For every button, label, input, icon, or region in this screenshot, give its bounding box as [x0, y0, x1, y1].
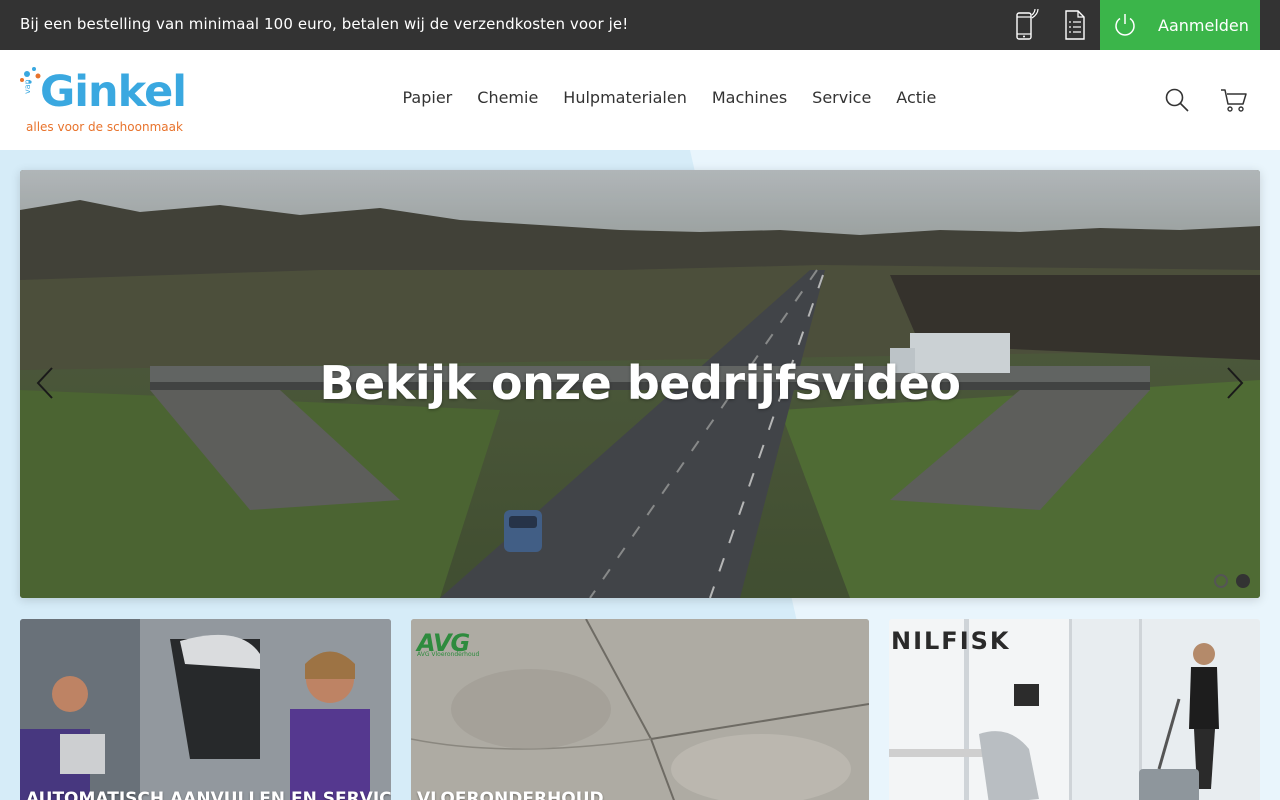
login-button[interactable]: Aanmelden — [1100, 0, 1260, 50]
card-caption: AUTOMATISCH AANVULLEN EN SERVICE — [26, 789, 391, 800]
logo-tagline: alles voor de schoonmaak — [26, 120, 183, 134]
avg-brand-subtitle: AVG Vloeronderhoud — [417, 651, 480, 658]
chevron-left-icon — [36, 367, 53, 399]
shipping-message: Bij een bestelling van minimaal 100 euro… — [20, 15, 629, 33]
slider-dot-1[interactable] — [1214, 574, 1228, 588]
search-icon[interactable] — [1163, 86, 1191, 114]
nav-item-service[interactable]: Service — [800, 88, 884, 107]
slider-dot-2[interactable] — [1236, 574, 1250, 588]
card-image-floor — [411, 619, 869, 800]
card-image-dispenser — [20, 619, 391, 800]
document-list-icon[interactable] — [1058, 8, 1092, 42]
mobile-phone-icon[interactable] — [1009, 8, 1043, 42]
card-caption: VLOERONDERHOUD — [417, 789, 604, 800]
hero-slider[interactable]: Bekijk onze bedrijfsvideo — [20, 170, 1260, 598]
nav-item-papier[interactable]: Papier — [390, 88, 465, 107]
main-header: van Ginkel alles voor de schoonmaak Papi… — [0, 50, 1280, 150]
chevron-right-icon — [1227, 367, 1244, 399]
category-card-nilfisk[interactable]: NILFISK — [889, 619, 1260, 800]
company-logo[interactable]: van Ginkel alles voor de schoonmaak — [18, 64, 198, 138]
nav-item-chemie[interactable]: Chemie — [465, 88, 551, 107]
category-card-floor-care[interactable]: AVG AVG Vloeronderhoud VLOERONDERHOUD — [411, 619, 869, 800]
topbar: Bij een bestelling van minimaal 100 euro… — [0, 0, 1280, 50]
logo-name: Ginkel — [40, 67, 187, 117]
hero-title: Bekijk onze bedrijfsvideo — [319, 356, 961, 410]
login-label: Aanmelden — [1158, 15, 1249, 35]
slider-pagination — [1214, 574, 1250, 588]
nilfisk-brand-logo: NILFISK — [891, 627, 1011, 655]
main-nav: Papier Chemie Hulpmaterialen Machines Se… — [390, 88, 949, 107]
slider-next-arrow[interactable] — [1222, 366, 1246, 400]
power-icon — [1112, 12, 1138, 38]
category-card-automatic-refill[interactable]: AUTOMATISCH AANVULLEN EN SERVICE — [20, 619, 391, 800]
logo-prefix: van — [23, 79, 32, 94]
slider-prev-arrow[interactable] — [34, 366, 58, 400]
nav-item-actie[interactable]: Actie — [884, 88, 949, 107]
nav-item-hulpmaterialen[interactable]: Hulpmaterialen — [551, 88, 700, 107]
cart-icon[interactable] — [1220, 86, 1248, 114]
nav-item-machines[interactable]: Machines — [699, 88, 799, 107]
